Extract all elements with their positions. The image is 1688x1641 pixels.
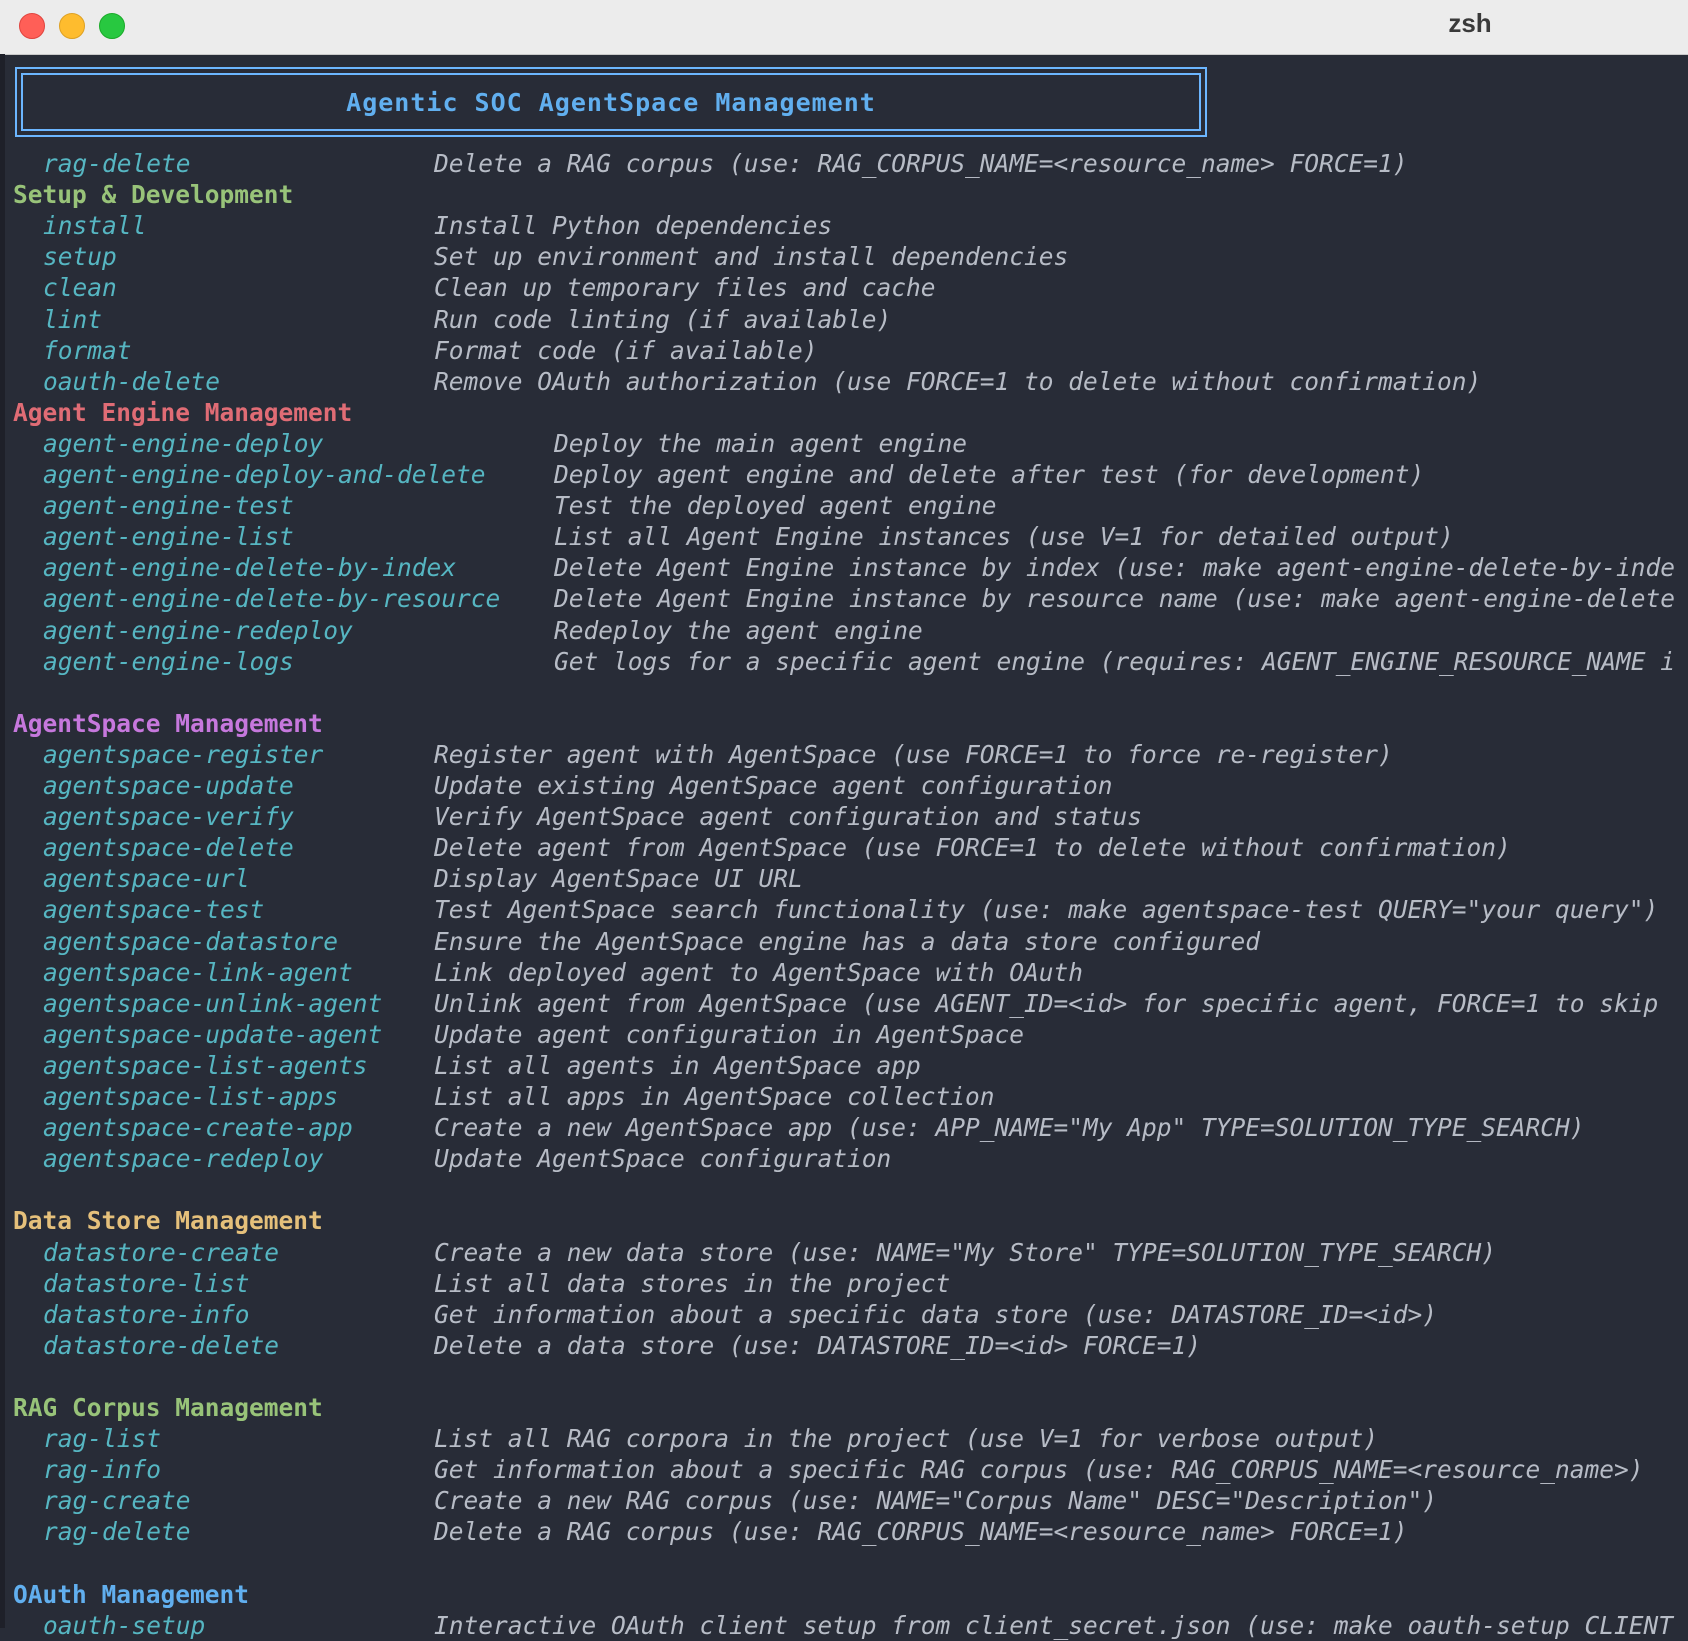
command-description: Delete Agent Engine instance by index (u… bbox=[554, 553, 1676, 583]
command-description: Redeploy the agent engine bbox=[554, 615, 923, 645]
command-name: agentspace-register bbox=[43, 739, 324, 769]
command-description: Remove OAuth authorization (use FORCE=1 … bbox=[434, 366, 1482, 396]
section-header: AgentSpace Management bbox=[13, 708, 323, 738]
command-description: Interactive OAuth client setup from clie… bbox=[434, 1610, 1674, 1640]
command-name: agentspace-list-agents bbox=[43, 1050, 368, 1080]
command-description: Display AgentSpace UI URL bbox=[434, 864, 803, 894]
command-description: Update agent configuration in AgentSpace bbox=[434, 1019, 1025, 1049]
command-name: rag-create bbox=[43, 1486, 191, 1516]
command-description: Delete Agent Engine instance by resource… bbox=[554, 584, 1676, 614]
command-name: agent-engine-redeploy bbox=[43, 615, 353, 645]
command-name: format bbox=[43, 335, 132, 365]
command-name: setup bbox=[43, 242, 117, 272]
section-header: RAG Corpus Management bbox=[13, 1393, 323, 1422]
command-description: Get logs for a specific agent engine (re… bbox=[554, 646, 1676, 676]
command-description: Unlink agent from AgentSpace (use AGENT_… bbox=[434, 988, 1659, 1018]
command-name: agentspace-create-app bbox=[43, 1113, 353, 1143]
command-name: agentspace-link-agent bbox=[43, 957, 353, 987]
command-name: agent-engine-deploy bbox=[43, 428, 324, 458]
command-description: List all apps in AgentSpace collection bbox=[434, 1082, 995, 1111]
command-name: agent-engine-delete-by-index bbox=[43, 553, 457, 583]
command-name: agentspace-redeploy bbox=[43, 1144, 324, 1174]
command-name: clean bbox=[43, 273, 117, 303]
command-name: oauth-setup bbox=[43, 1610, 206, 1640]
command-description: List all agents in AgentSpace app bbox=[434, 1050, 921, 1080]
command-description: Delete a RAG corpus (use: RAG_CORPUS_NAM… bbox=[434, 149, 1408, 178]
command-name: agentspace-test bbox=[43, 895, 265, 925]
command-description: List all data stores in the project bbox=[434, 1268, 951, 1298]
command-name: agent-engine-deploy-and-delete bbox=[43, 460, 486, 489]
command-description: Deploy the main agent engine bbox=[554, 428, 968, 458]
banner-title: Agentic SOC AgentSpace Management bbox=[21, 73, 1201, 131]
maximize-window-button[interactable] bbox=[99, 13, 125, 39]
command-name: rag-list bbox=[43, 1424, 162, 1454]
window-title: zsh bbox=[1448, 8, 1492, 38]
command-description: Delete a RAG corpus (use: RAG_CORPUS_NAM… bbox=[434, 1517, 1408, 1547]
command-description: List all Agent Engine instances (use V=1… bbox=[554, 522, 1454, 552]
command-name: lint bbox=[43, 304, 103, 334]
command-description: Clean up temporary files and cache bbox=[434, 273, 936, 303]
command-description: Delete a data store (use: DATASTORE_ID=<… bbox=[434, 1330, 1202, 1360]
command-description: Update AgentSpace configuration bbox=[434, 1144, 892, 1174]
command-description: List all RAG corpora in the project (use… bbox=[434, 1424, 1379, 1454]
command-name: agentspace-update bbox=[43, 771, 294, 800]
command-description: Create a new data store (use: NAME="My S… bbox=[434, 1237, 1497, 1267]
close-window-button[interactable] bbox=[19, 13, 45, 39]
command-description: Ensure the AgentSpace engine has a data … bbox=[434, 926, 1261, 956]
command-name: datastore-create bbox=[43, 1237, 280, 1267]
command-name: datastore-info bbox=[43, 1299, 250, 1329]
command-description: Test the deployed agent engine bbox=[554, 491, 997, 521]
command-name: agent-engine-delete-by-resource bbox=[43, 584, 501, 614]
command-description: Create a new RAG corpus (use: NAME="Corp… bbox=[434, 1486, 1438, 1516]
command-description: Install Python dependencies bbox=[434, 211, 833, 241]
section-header: Setup & Development bbox=[13, 180, 294, 210]
command-description: Get information about a specific RAG cor… bbox=[434, 1455, 1644, 1485]
command-name: agentspace-verify bbox=[43, 802, 294, 832]
command-name: agent-engine-test bbox=[43, 491, 294, 521]
command-description: Run code linting (if available) bbox=[434, 304, 892, 334]
command-description: Create a new AgentSpace app (use: APP_NA… bbox=[434, 1113, 1585, 1143]
command-name: oauth-delete bbox=[43, 366, 221, 396]
command-name: agentspace-delete bbox=[43, 833, 294, 863]
command-name: agent-engine-logs bbox=[43, 646, 294, 676]
command-name: rag-delete bbox=[43, 1517, 191, 1547]
command-name: agentspace-update-agent bbox=[43, 1019, 383, 1049]
command-description: Register agent with AgentSpace (use FORC… bbox=[434, 739, 1393, 769]
section-header: Agent Engine Management bbox=[13, 397, 353, 427]
section-header: Data Store Management bbox=[13, 1206, 323, 1236]
command-name: datastore-delete bbox=[43, 1330, 280, 1360]
command-name: datastore-list bbox=[43, 1268, 250, 1298]
command-description: Get information about a specific data st… bbox=[434, 1299, 1438, 1329]
terminal-output[interactable]: Agentic SOC AgentSpace Management rag-de… bbox=[0, 54, 1688, 1640]
command-description: Deploy agent engine and delete after tes… bbox=[554, 460, 1425, 489]
command-name: agentspace-datastore bbox=[43, 926, 339, 956]
command-description: Format code (if available) bbox=[434, 335, 818, 365]
section-header: OAuth Management bbox=[13, 1579, 250, 1609]
command-name: rag-info bbox=[43, 1455, 162, 1485]
command-name: install bbox=[43, 211, 147, 241]
command-name: rag-delete bbox=[43, 149, 191, 178]
banner-box: Agentic SOC AgentSpace Management bbox=[15, 67, 1207, 137]
command-name: agentspace-url bbox=[43, 864, 250, 894]
command-name: agent-engine-list bbox=[43, 522, 294, 552]
command-description: Test AgentSpace search functionality (us… bbox=[434, 895, 1659, 925]
command-description: Verify AgentSpace agent configuration an… bbox=[434, 802, 1143, 832]
command-description: Set up environment and install dependenc… bbox=[434, 242, 1069, 272]
window-titlebar: zsh bbox=[0, 0, 1688, 55]
command-description: Delete agent from AgentSpace (use FORCE=… bbox=[434, 833, 1511, 863]
command-name: agentspace-unlink-agent bbox=[43, 988, 383, 1018]
command-description: Link deployed agent to AgentSpace with O… bbox=[434, 957, 1084, 987]
minimize-window-button[interactable] bbox=[59, 13, 85, 39]
command-name: agentspace-list-apps bbox=[43, 1082, 339, 1111]
command-description: Update existing AgentSpace agent configu… bbox=[434, 771, 1113, 800]
